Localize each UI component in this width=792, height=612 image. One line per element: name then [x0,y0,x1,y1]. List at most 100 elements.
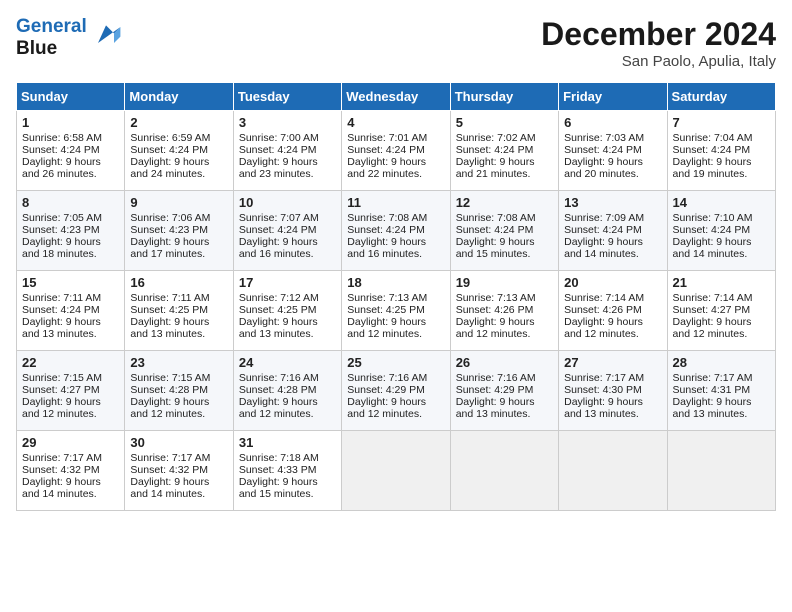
day-number: 15 [22,275,119,290]
cell-info-line: and 12 minutes. [347,328,444,340]
cell-info-line: Sunrise: 7:12 AM [239,292,336,304]
calendar-week-row: 8Sunrise: 7:05 AMSunset: 4:23 PMDaylight… [17,191,776,271]
cell-info-line: Sunset: 4:24 PM [239,144,336,156]
cell-info-line: Sunrise: 7:11 AM [130,292,227,304]
cell-info-line: Daylight: 9 hours [130,316,227,328]
cell-info-line: Sunset: 4:26 PM [564,304,661,316]
cell-info-line: Sunset: 4:24 PM [347,224,444,236]
cell-info-line: and 12 minutes. [564,328,661,340]
day-number: 20 [564,275,661,290]
cell-info-line: Daylight: 9 hours [22,396,119,408]
day-number: 19 [456,275,553,290]
day-number: 8 [22,195,119,210]
cell-info-line: Sunrise: 7:15 AM [22,372,119,384]
cell-info-line: and 12 minutes. [130,408,227,420]
calendar-cell: 4Sunrise: 7:01 AMSunset: 4:24 PMDaylight… [342,111,450,191]
cell-info-line: Sunrise: 7:13 AM [456,292,553,304]
cell-info-line: and 14 minutes. [564,248,661,260]
calendar-cell: 12Sunrise: 7:08 AMSunset: 4:24 PMDayligh… [450,191,558,271]
calendar-cell: 10Sunrise: 7:07 AMSunset: 4:24 PMDayligh… [233,191,341,271]
cell-info-line: Sunset: 4:29 PM [347,384,444,396]
cell-info-line: Sunrise: 7:03 AM [564,132,661,144]
cell-info-line: Sunset: 4:24 PM [456,144,553,156]
header-friday: Friday [559,83,667,111]
header-thursday: Thursday [450,83,558,111]
cell-info-line: Sunrise: 7:02 AM [456,132,553,144]
calendar-cell: 20 Sunrise: 7:14 AMSunset: 4:26 PMDayligh… [559,271,667,351]
cell-info-line: and 14 minutes. [22,488,119,500]
cell-info-line: Sunset: 4:27 PM [22,384,119,396]
calendar-week-row: 29Sunrise: 7:17 AMSunset: 4:32 PMDayligh… [17,431,776,511]
day-number: 10 [239,195,336,210]
cell-info-line: Daylight: 9 hours [239,396,336,408]
cell-info-line: Daylight: 9 hours [347,316,444,328]
calendar-cell: 17Sunrise: 7:12 AMSunset: 4:25 PMDayligh… [233,271,341,351]
cell-info-line: Sunset: 4:32 PM [22,464,119,476]
calendar-cell [342,431,450,511]
cell-info-line: Daylight: 9 hours [564,316,661,328]
day-number: 22 [22,355,119,370]
day-number: 27 [564,355,661,370]
location: San Paolo, Apulia, Italy [541,53,776,70]
day-number: 29 [22,435,119,450]
calendar-cell: 25 Sunrise: 7:16 AMSunset: 4:29 PMDayligh… [342,351,450,431]
cell-info-line: and 12 minutes. [347,408,444,420]
cell-info-line: Daylight: 9 hours [456,236,553,248]
cell-info-line: and 13 minutes. [22,328,119,340]
cell-info-line: and 26 minutes. [22,168,119,180]
cell-info-line: and 24 minutes. [130,168,227,180]
cell-info-line: Sunrise: 7:14 AM [564,292,661,304]
cell-info-line: Daylight: 9 hours [22,156,119,168]
day-number: 25 [347,355,444,370]
cell-info-line: Sunrise: 7:11 AM [22,292,119,304]
cell-info-line: Sunrise: 7:07 AM [239,212,336,224]
cell-info-line: Daylight: 9 hours [673,316,770,328]
cell-info-line: Sunset: 4:26 PM [456,304,553,316]
cell-info-line: Sunrise: 7:15 AM [130,372,227,384]
calendar-cell: 19Sunrise: 7:13 AMSunset: 4:26 PMDayligh… [450,271,558,351]
calendar-cell: 7Sunrise: 7:04 AMSunset: 4:24 PMDaylight… [667,111,775,191]
header-tuesday: Tuesday [233,83,341,111]
cell-info-line: Sunrise: 7:16 AM [239,372,336,384]
cell-info-line: Sunrise: 7:08 AM [456,212,553,224]
day-number: 6 [564,115,661,130]
calendar-cell: 26Sunrise: 7:16 AMSunset: 4:29 PMDayligh… [450,351,558,431]
cell-info-line: Sunset: 4:24 PM [564,144,661,156]
logo-text: General Blue [16,16,87,60]
day-number: 3 [239,115,336,130]
cell-info-line: Sunrise: 7:14 AM [673,292,770,304]
calendar-cell: 11Sunrise: 7:08 AMSunset: 4:24 PMDayligh… [342,191,450,271]
calendar-cell: 8Sunrise: 7:05 AMSunset: 4:23 PMDaylight… [17,191,125,271]
header-monday: Monday [125,83,233,111]
title-block: December 2024 San Paolo, Apulia, Italy [541,16,776,70]
cell-info-line: Sunrise: 7:09 AM [564,212,661,224]
cell-info-line: Sunset: 4:25 PM [347,304,444,316]
cell-info-line: Sunrise: 7:10 AM [673,212,770,224]
cell-info-line: Sunset: 4:30 PM [564,384,661,396]
cell-info-line: Sunset: 4:24 PM [673,144,770,156]
month-title: December 2024 [541,16,776,53]
cell-info-line: Sunrise: 7:05 AM [22,212,119,224]
cell-info-line: Daylight: 9 hours [130,156,227,168]
calendar-cell: 6Sunrise: 7:03 AMSunset: 4:24 PMDaylight… [559,111,667,191]
cell-info-line: and 15 minutes. [456,248,553,260]
cell-info-line: and 13 minutes. [239,328,336,340]
calendar-cell: 21Sunrise: 7:14 AMSunset: 4:27 PMDayligh… [667,271,775,351]
cell-info-line: and 23 minutes. [239,168,336,180]
cell-info-line: Daylight: 9 hours [347,396,444,408]
cell-info-line: Sunrise: 7:17 AM [564,372,661,384]
cell-info-line: and 20 minutes. [564,168,661,180]
cell-info-line: and 14 minutes. [130,488,227,500]
cell-info-line: and 13 minutes. [130,328,227,340]
cell-info-line: Sunset: 4:33 PM [239,464,336,476]
day-number: 24 [239,355,336,370]
logo-icon [90,19,122,51]
cell-info-line: Sunset: 4:24 PM [347,144,444,156]
cell-info-line: Daylight: 9 hours [130,236,227,248]
cell-info-line: Daylight: 9 hours [130,476,227,488]
page-header: General Blue December 2024 San Paolo, Ap… [16,16,776,70]
day-number: 1 [22,115,119,130]
cell-info-line: Sunrise: 7:16 AM [347,372,444,384]
cell-info-line: Daylight: 9 hours [673,236,770,248]
day-number: 16 [130,275,227,290]
